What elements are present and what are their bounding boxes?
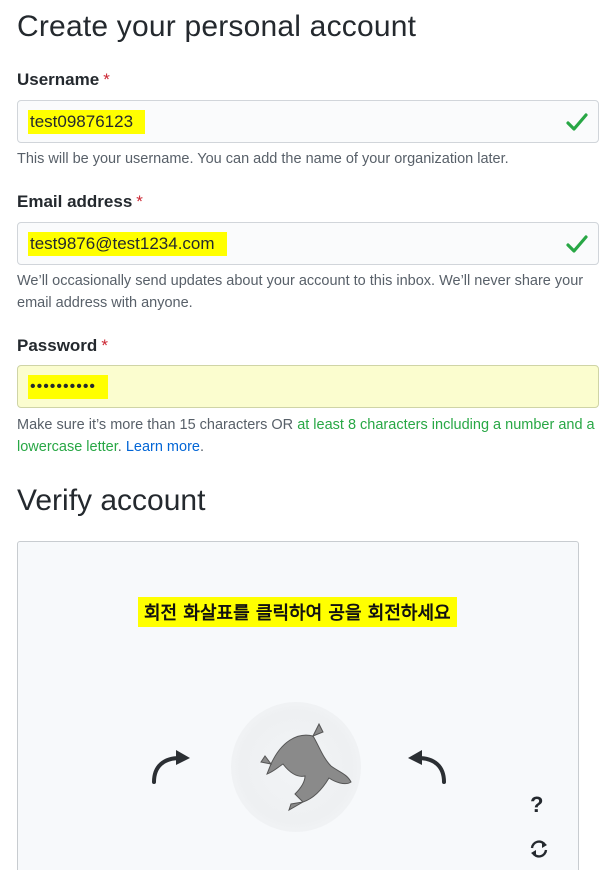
password-value: ••••••••••	[28, 375, 109, 399]
password-hint: Make sure it’s more than 15 characters O…	[17, 414, 602, 458]
rotate-right-arrow-icon[interactable]	[404, 742, 452, 790]
email-label-text: Email address	[17, 192, 133, 211]
check-icon	[566, 235, 588, 253]
password-hint-prefix: Make sure it’s more than 15 characters O…	[17, 417, 298, 433]
check-icon	[566, 113, 588, 131]
animal-image	[260, 722, 352, 812]
required-marker: *	[136, 192, 143, 211]
learn-more-link[interactable]: Learn more	[126, 439, 200, 455]
password-field[interactable]: ••••••••••	[17, 365, 599, 408]
username-label: Username *	[17, 70, 110, 90]
password-hint-end: .	[199, 439, 204, 455]
password-hint-separator: .	[117, 439, 126, 455]
captcha-panel: 회전 화살표를 클릭하여 공을 회전하세요 ?	[17, 541, 579, 870]
password-label: Password *	[17, 336, 108, 356]
email-value: test9876@test1234.com	[28, 232, 227, 256]
refresh-icon[interactable]	[528, 838, 550, 860]
captcha-instruction: 회전 화살표를 클릭하여 공을 회전하세요	[138, 597, 457, 627]
username-field[interactable]: test09876123	[17, 100, 599, 143]
username-label-text: Username	[17, 70, 100, 89]
username-value: test09876123	[28, 110, 146, 134]
signup-page: Create your personal account Username * t…	[0, 0, 608, 870]
required-marker: *	[103, 70, 110, 89]
rotate-left-arrow-icon[interactable]	[146, 742, 194, 790]
password-label-text: Password	[17, 336, 98, 355]
rotating-ball-image	[231, 702, 361, 832]
email-field[interactable]: test9876@test1234.com	[17, 222, 599, 265]
email-label: Email address *	[17, 192, 143, 212]
username-hint: This will be your username. You can add …	[17, 151, 509, 167]
required-marker: *	[101, 336, 108, 355]
page-title: Create your personal account	[17, 10, 417, 43]
help-icon[interactable]: ?	[530, 792, 543, 818]
verify-title: Verify account	[17, 484, 206, 517]
email-hint: We’ll occasionally send updates about yo…	[17, 273, 584, 311]
